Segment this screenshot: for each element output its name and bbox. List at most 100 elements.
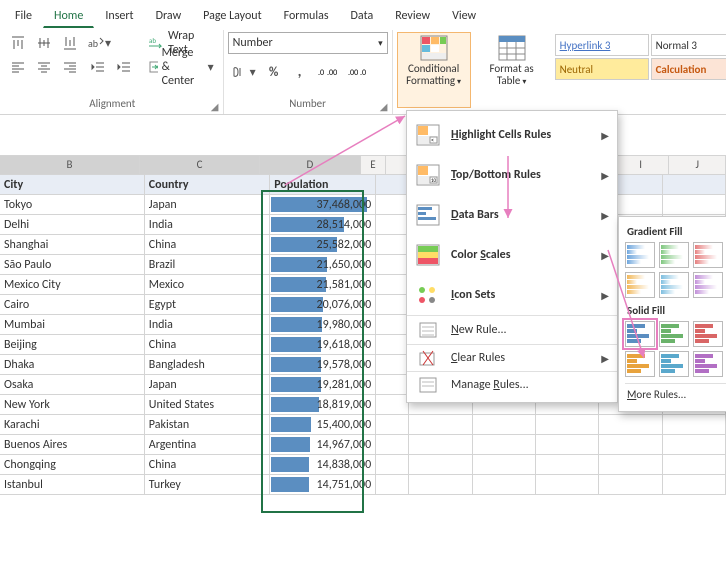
col-header-J[interactable]: J (669, 156, 726, 174)
cell-empty[interactable] (376, 395, 409, 415)
cell-empty[interactable] (376, 315, 409, 335)
header-country[interactable]: Country (145, 175, 270, 195)
cell-country[interactable]: Mexico (145, 275, 270, 295)
cf-item-new[interactable]: New Rule... (407, 315, 617, 344)
increase-indent-icon[interactable] (112, 56, 136, 78)
menu-formulas[interactable]: Formulas (273, 5, 340, 27)
cell-empty[interactable] (376, 295, 409, 315)
cell-city[interactable]: Beijing (0, 335, 145, 355)
menu-data[interactable]: Data (340, 5, 385, 27)
align-left-icon[interactable] (6, 56, 30, 78)
cell-empty[interactable] (473, 435, 536, 455)
style-hyperlink3[interactable]: Hyperlink 3 (555, 34, 649, 56)
menu-file[interactable]: File (4, 5, 43, 27)
cell-empty[interactable] (663, 195, 726, 215)
cell-empty[interactable] (376, 355, 409, 375)
col-header-C[interactable]: C (140, 156, 260, 174)
cell-city[interactable]: Mumbai (0, 315, 145, 335)
cell-population[interactable]: 20,076,000 (270, 295, 376, 315)
cell-empty[interactable] (376, 175, 409, 195)
cell-empty[interactable] (663, 475, 726, 495)
align-middle-icon[interactable] (32, 32, 56, 54)
cf-item-manage[interactable]: Manage Rules... (407, 371, 617, 398)
cell-empty[interactable] (409, 475, 472, 495)
cf-item-clear[interactable]: Clear Rules▶ (407, 344, 617, 371)
cf-item-tbr[interactable]: 10Top/Bottom Rules▶ (407, 155, 617, 195)
cell-empty[interactable] (663, 415, 726, 435)
cf-item-is[interactable]: Icon Sets▶ (407, 275, 617, 315)
conditional-formatting-button[interactable]: Conditional Formatting▾ (397, 32, 471, 108)
databar-swatch[interactable] (693, 321, 723, 347)
cell-country[interactable]: Argentina (145, 435, 270, 455)
decrease-decimal-icon[interactable]: .00.0 (344, 61, 372, 83)
cell-population[interactable]: 21,581,000 (270, 275, 376, 295)
databar-swatch[interactable] (693, 272, 723, 298)
cell-empty[interactable] (376, 475, 409, 495)
cell-empty[interactable] (376, 275, 409, 295)
cell-country[interactable]: India (145, 315, 270, 335)
cell-population[interactable]: 21,650,000 (270, 255, 376, 275)
cell-empty[interactable] (536, 435, 599, 455)
cell-city[interactable]: Shanghai (0, 235, 145, 255)
cell-country[interactable]: Pakistan (145, 415, 270, 435)
databar-swatch[interactable] (625, 351, 655, 377)
menu-review[interactable]: Review (384, 5, 441, 27)
cell-empty[interactable] (473, 415, 536, 435)
cell-country[interactable]: Japan (145, 375, 270, 395)
cell-country[interactable]: China (145, 335, 270, 355)
cell-empty[interactable] (663, 435, 726, 455)
databar-swatch[interactable] (659, 272, 689, 298)
col-header-D[interactable]: D (260, 156, 360, 174)
align-bottom-icon[interactable] (58, 32, 82, 54)
cell-empty[interactable] (663, 175, 726, 195)
cell-empty[interactable] (409, 455, 472, 475)
more-rules-item[interactable]: More Rules... (625, 383, 726, 405)
cell-population[interactable]: 14,967,000 (270, 435, 376, 455)
cell-empty[interactable] (376, 215, 409, 235)
cell-empty[interactable] (599, 475, 662, 495)
cell-population[interactable]: 19,578,000 (270, 355, 376, 375)
cell-population[interactable]: 25,582,000 (270, 235, 376, 255)
menu-page-layout[interactable]: Page Layout (192, 5, 272, 27)
cell-city[interactable]: Buenos Aires (0, 435, 145, 455)
cell-population[interactable]: 19,281,000 (270, 375, 376, 395)
comma-format-icon[interactable]: , (288, 61, 312, 83)
cell-empty[interactable] (473, 475, 536, 495)
cell-empty[interactable] (409, 415, 472, 435)
cell-empty[interactable] (536, 415, 599, 435)
cell-country[interactable]: Turkey (145, 475, 270, 495)
cell-country[interactable]: Japan (145, 195, 270, 215)
cell-country[interactable]: United States (145, 395, 270, 415)
style-calculation[interactable]: Calculation (651, 58, 726, 80)
cell-city[interactable]: Istanbul (0, 475, 145, 495)
databar-swatch[interactable] (659, 351, 689, 377)
cell-population[interactable]: 14,751,000 (270, 475, 376, 495)
cell-country[interactable]: China (145, 235, 270, 255)
cell-population[interactable]: 19,980,000 (270, 315, 376, 335)
databar-swatch[interactable] (693, 242, 723, 268)
cell-empty[interactable] (663, 455, 726, 475)
menu-home[interactable]: Home (43, 5, 94, 28)
menu-view[interactable]: View (441, 5, 487, 27)
decrease-indent-icon[interactable] (86, 56, 110, 78)
cell-empty[interactable] (376, 335, 409, 355)
cell-empty[interactable] (376, 375, 409, 395)
databar-swatch[interactable] (659, 321, 689, 347)
number-dialog-launcher-icon[interactable]: ◢ (378, 100, 390, 112)
header-city[interactable]: City (0, 175, 145, 195)
format-as-table-button[interactable]: Format as Table▾ (475, 32, 549, 108)
accounting-format-icon[interactable]: ▾ (228, 61, 260, 83)
cell-empty[interactable] (599, 455, 662, 475)
cell-country[interactable]: Bangladesh (145, 355, 270, 375)
cell-population[interactable]: 28,514,000 (270, 215, 376, 235)
cell-population[interactable]: 14,838,000 (270, 455, 376, 475)
cell-city[interactable]: Osaka (0, 375, 145, 395)
databar-swatch[interactable] (625, 242, 655, 268)
cell-country[interactable]: Egypt (145, 295, 270, 315)
cell-city[interactable]: Chongqing (0, 455, 145, 475)
col-header-B[interactable]: B (0, 156, 140, 174)
cell-empty[interactable] (536, 455, 599, 475)
cell-city[interactable]: Karachi (0, 415, 145, 435)
cell-empty[interactable] (376, 435, 409, 455)
align-center-icon[interactable] (32, 56, 56, 78)
